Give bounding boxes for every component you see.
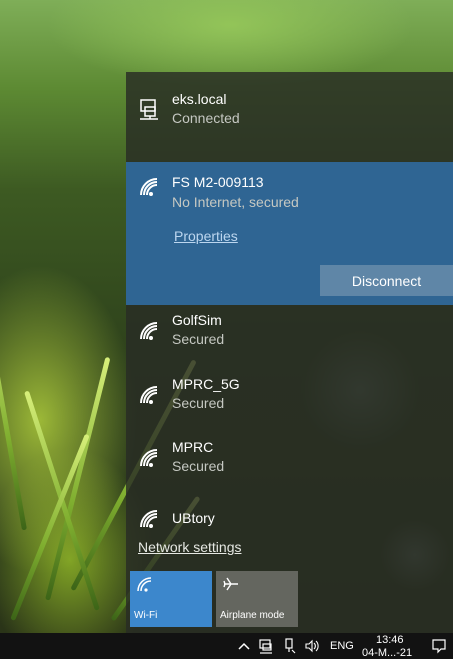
language-indicator[interactable]: ENG — [330, 640, 354, 652]
wifi-toggle-tile[interactable]: Wi-Fi — [130, 571, 212, 627]
network-item-mprc[interactable]: MPRC Secured — [126, 435, 453, 495]
network-item-selected[interactable]: FS M2-009113 No Internet, secured Proper… — [126, 162, 453, 305]
ethernet-icon — [138, 98, 160, 120]
network-name: FS M2-009113 — [172, 174, 264, 190]
notification-icon[interactable] — [431, 638, 447, 654]
chevron-up-icon[interactable] — [236, 638, 252, 654]
wifi-signal-icon — [138, 384, 160, 406]
network-item-ubtory[interactable]: UBtory — [126, 502, 453, 532]
network-status: Secured — [172, 331, 225, 347]
network-status: Secured — [172, 458, 225, 474]
clock-date[interactable]: 04-M...-21 — [362, 647, 412, 659]
wifi-icon — [136, 575, 154, 593]
properties-link[interactable]: Properties — [174, 228, 238, 244]
airplane-mode-tile[interactable]: Airplane mode — [216, 571, 298, 627]
clock-time[interactable]: 13:46 — [376, 634, 404, 646]
airplane-icon — [222, 575, 240, 593]
network-icon[interactable] — [258, 638, 274, 654]
network-status: Connected — [172, 110, 240, 126]
wifi-signal-icon — [138, 447, 160, 469]
network-item-golfsim[interactable]: GolfSim Secured — [126, 308, 453, 368]
network-name: GolfSim — [172, 312, 222, 328]
volume-icon[interactable] — [304, 638, 320, 654]
network-name: MPRC_5G — [172, 376, 240, 392]
network-name: eks.local — [172, 91, 227, 107]
wifi-signal-icon — [138, 176, 160, 198]
tile-label: Wi-Fi — [134, 610, 158, 621]
network-item-mprc-5g[interactable]: MPRC_5G Secured — [126, 372, 453, 432]
network-status: Secured — [172, 395, 225, 411]
disconnect-button[interactable]: Disconnect — [320, 265, 453, 296]
network-status: No Internet, secured — [172, 194, 299, 210]
network-item-connected[interactable]: eks.local Connected — [126, 72, 453, 142]
tile-label: Airplane mode — [220, 610, 285, 621]
wifi-signal-icon — [138, 320, 160, 342]
wallpaper-grass-blade — [0, 303, 27, 531]
network-settings-link[interactable]: Network settings — [138, 539, 241, 555]
network-name: UBtory — [172, 510, 215, 526]
network-flyout: eks.local Connected FS M2-009113 No Inte… — [126, 72, 453, 633]
wifi-signal-icon — [138, 508, 160, 530]
usb-icon[interactable] — [282, 638, 298, 654]
taskbar: ENG 13:46 04-M...-21 — [0, 633, 453, 659]
network-name: MPRC — [172, 439, 214, 455]
